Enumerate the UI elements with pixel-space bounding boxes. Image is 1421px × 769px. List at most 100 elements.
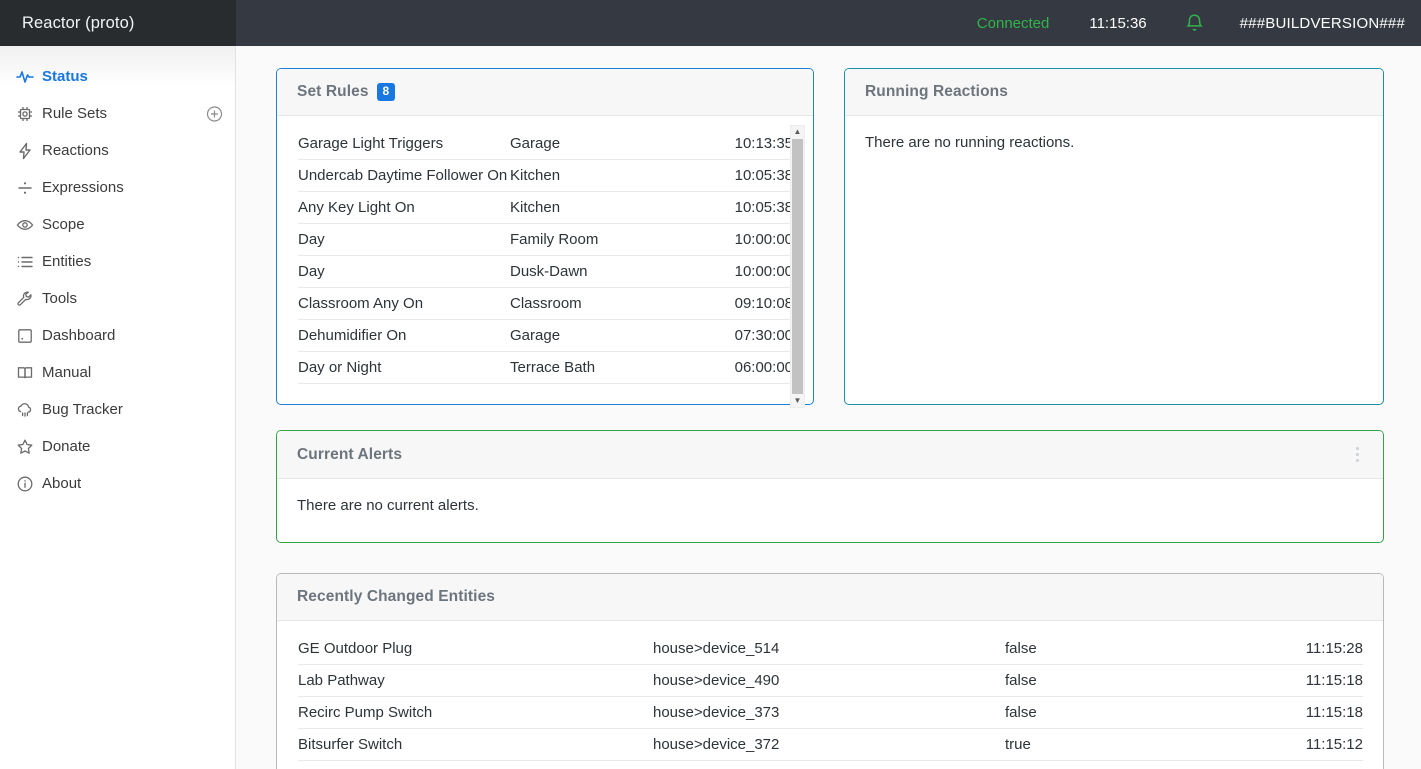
rule-place: Classroom: [510, 295, 582, 312]
header-status-bar: Connected 11:15:36 ###BUILDVERSION###: [236, 0, 1421, 46]
rule-place: Terrace Bath: [510, 359, 596, 376]
sidebar-item-manual[interactable]: Manual: [0, 354, 235, 391]
table-row[interactable]: GE Outdoor Plug house>device_514 false 1…: [298, 633, 1363, 665]
rule-name: Day or Night: [298, 359, 382, 376]
connection-status: Connected: [976, 14, 1050, 32]
entity-id: house>device_490: [653, 672, 780, 689]
triangle-down-icon[interactable]: ▼: [794, 395, 802, 407]
table-row[interactable]: Undercab Daytime Follower On Kitchen 10:…: [298, 160, 793, 192]
rule-name: Undercab Daytime Follower On: [298, 167, 508, 184]
sidebar-item-label: Tools: [42, 290, 78, 307]
divide-icon: [16, 179, 42, 197]
entity-value: false: [1005, 640, 1037, 657]
table-row[interactable]: Lab Pathway house>device_490 false 11:15…: [298, 665, 1363, 697]
table-row[interactable]: Bitsurfer Switch house>device_372 true 1…: [298, 729, 1363, 761]
rule-name: Day: [298, 231, 325, 248]
dashboard-icon: [16, 327, 42, 345]
entity-name: Recirc Pump Switch: [298, 704, 433, 721]
running-reactions-card: Running Reactions There are no running r…: [844, 68, 1384, 405]
lightning-bolt-icon: [16, 142, 42, 160]
triangle-up-icon[interactable]: ▲: [794, 126, 802, 138]
rule-time: 10:00:00: [734, 263, 793, 280]
sidebar-item-about[interactable]: About: [0, 465, 235, 502]
rule-name: Any Key Light On: [298, 199, 415, 216]
rule-place: Kitchen: [510, 167, 561, 184]
rule-place: Dusk-Dawn: [510, 263, 588, 280]
header-clock: 11:15:36: [1089, 14, 1147, 32]
sidebar-item-rule-sets[interactable]: Rule Sets: [0, 95, 235, 132]
eye-icon: [16, 216, 42, 234]
current-alerts-card: Current Alerts There are no current aler…: [276, 430, 1384, 543]
sidebar-item-entities[interactable]: Entities: [0, 243, 235, 280]
rule-name: Classroom Any On: [298, 295, 424, 312]
chip-icon: [16, 105, 42, 123]
table-row[interactable]: Classroom Any On Classroom 09:10:08: [298, 288, 793, 320]
table-row[interactable]: Dehumidifier On Garage 07:30:00: [298, 320, 793, 352]
rule-place: Garage: [510, 327, 561, 344]
set-rules-list[interactable]: Garage Light Triggers Garage 10:13:35 Un…: [277, 116, 813, 410]
sidebar-item-expressions[interactable]: Expressions: [0, 169, 235, 206]
entity-name: Bitsurfer Switch: [298, 736, 403, 753]
sidebar-item-reactions[interactable]: Reactions: [0, 132, 235, 169]
card-title: Current Alerts: [297, 445, 403, 463]
running-reactions-header: Running Reactions: [845, 69, 1383, 116]
table-row[interactable]: Day Dusk-Dawn 10:00:00: [298, 256, 793, 288]
scrollbar-thumb[interactable]: [792, 139, 803, 394]
empty-state-text: There are no running reactions.: [865, 134, 1075, 151]
sidebar-item-label: Entities: [42, 253, 92, 270]
wrench-icon: [16, 290, 42, 308]
rule-name: Dehumidifier On: [298, 327, 407, 344]
card-title: Recently Changed Entities: [297, 588, 496, 605]
sidebar-item-label: Bug Tracker: [42, 401, 123, 418]
sidebar-item-label: Manual: [42, 364, 92, 381]
empty-state-text: There are no current alerts.: [297, 497, 479, 514]
sidebar-item-donate[interactable]: Donate: [0, 428, 235, 465]
sidebar-item-label: Rule Sets: [42, 105, 108, 122]
entity-name: GE Outdoor Plug: [298, 640, 413, 657]
entity-value: true: [1005, 736, 1031, 753]
set-rules-scrollbar[interactable]: ▲ ▼: [790, 125, 805, 408]
sidebar-item-label: Scope: [42, 216, 85, 233]
set-rules-count-badge: 8: [376, 83, 396, 101]
bell-icon[interactable]: [1185, 13, 1204, 34]
rule-name: Day: [298, 263, 325, 280]
app-root: Reactor (proto) Connected 11:15:36 ###BU…: [0, 0, 1421, 769]
top-cards-row: Set Rules 8 Garage Light Triggers Garage…: [276, 68, 1385, 408]
sidebar-item-label: Donate: [42, 438, 91, 455]
plus-circle-icon[interactable]: [206, 105, 223, 122]
running-reactions-body: There are no running reactions.: [845, 116, 1383, 169]
entity-value: false: [1005, 672, 1037, 689]
entity-time: 11:15:12: [1305, 736, 1363, 753]
table-row[interactable]: Garage Light Triggers Garage 10:13:35: [298, 128, 793, 160]
entity-time: 11:15:28: [1305, 640, 1363, 657]
table-row[interactable]: Day Family Room 10:00:00: [298, 224, 793, 256]
rule-time: 10:05:38: [734, 199, 793, 216]
card-title: Running Reactions: [865, 83, 1008, 100]
sidebar-item-scope[interactable]: Scope: [0, 206, 235, 243]
sidebar-item-bug-tracker[interactable]: Bug Tracker: [0, 391, 235, 428]
table-row[interactable]: Day or Night Terrace Bath 06:00:00: [298, 352, 793, 384]
body-container: Status Rule Sets Reactions Expressions S…: [0, 46, 1421, 769]
current-alerts-body: There are no current alerts.: [277, 479, 1383, 532]
table-row[interactable]: Recirc Pump Switch house>device_373 fals…: [298, 697, 1363, 729]
sidebar-item-dashboard[interactable]: Dashboard: [0, 317, 235, 354]
rule-place: Family Room: [510, 231, 599, 248]
rule-time: 07:30:00: [734, 327, 793, 344]
sidebar-item-status[interactable]: Status: [0, 58, 235, 95]
kebab-menu-icon[interactable]: [1352, 445, 1363, 464]
entities-header: Recently Changed Entities: [277, 574, 1383, 621]
rule-time: 10:13:35: [734, 135, 793, 152]
list-icon: [16, 253, 42, 271]
rule-time: 06:00:00: [734, 359, 793, 376]
sidebar-item-label: Dashboard: [42, 327, 116, 344]
rule-time: 10:05:38: [734, 167, 793, 184]
info-circle-icon: [16, 475, 42, 493]
entity-value: false: [1005, 704, 1037, 721]
activity-pulse-icon: [16, 68, 42, 86]
sidebar-item-tools[interactable]: Tools: [0, 280, 235, 317]
set-rules-body: Garage Light Triggers Garage 10:13:35 Un…: [277, 116, 813, 410]
sidebar-item-label: Status: [42, 68, 88, 85]
book-icon: [16, 364, 42, 382]
rule-place: Garage: [510, 135, 561, 152]
table-row[interactable]: Any Key Light On Kitchen 10:05:38: [298, 192, 793, 224]
